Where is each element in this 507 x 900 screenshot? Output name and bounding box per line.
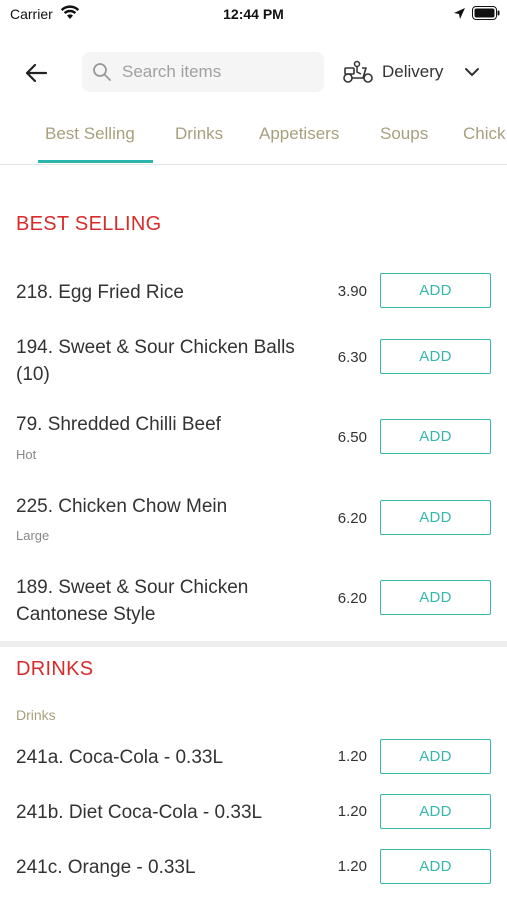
item-name: 194. Sweet & Sour Chicken Balls (10) bbox=[16, 337, 295, 385]
item-price: 1.20 bbox=[337, 858, 367, 875]
item-price: 6.20 bbox=[337, 590, 367, 607]
search-input[interactable] bbox=[122, 52, 317, 92]
location-arrow-icon bbox=[454, 8, 465, 19]
back-button[interactable] bbox=[20, 56, 54, 90]
add-button[interactable]: ADD bbox=[380, 580, 491, 615]
section-title-best-selling: BEST SELLING bbox=[16, 213, 162, 235]
add-button[interactable]: ADD bbox=[380, 739, 491, 774]
section-title-drinks: DRINKS bbox=[16, 658, 94, 680]
item-name: 241b. Diet Coca-Cola - 0.33L bbox=[16, 802, 263, 823]
category-tabs: Best Selling Drinks Appetisers Soups Chi… bbox=[0, 110, 507, 165]
item-price: 1.20 bbox=[337, 748, 367, 765]
status-bar: Carrier 12:44 PM bbox=[0, 0, 507, 30]
item-price: 6.20 bbox=[337, 510, 367, 527]
sub-category-label: Drinks bbox=[16, 707, 56, 723]
add-button[interactable]: ADD bbox=[380, 500, 491, 535]
tab-best-selling[interactable]: Best Selling bbox=[45, 124, 135, 144]
item-name: 225. Chicken Chow Mein bbox=[16, 496, 228, 517]
add-button[interactable]: ADD bbox=[380, 419, 491, 454]
item-name: 189. Sweet & Sour Chicken Cantonese Styl… bbox=[16, 577, 249, 625]
add-button[interactable]: ADD bbox=[380, 849, 491, 884]
item-price: 6.50 bbox=[337, 429, 367, 446]
add-button[interactable]: ADD bbox=[380, 794, 491, 829]
delivery-selector[interactable]: Delivery bbox=[340, 58, 490, 88]
item-name: 218. Egg Fried Rice bbox=[16, 282, 184, 303]
add-button[interactable]: ADD bbox=[380, 339, 491, 374]
tab-chicken[interactable]: Chick bbox=[463, 124, 506, 144]
tab-soups[interactable]: Soups bbox=[380, 124, 428, 144]
tab-drinks[interactable]: Drinks bbox=[175, 124, 223, 144]
active-tab-indicator bbox=[38, 160, 153, 163]
item-name: 79. Shredded Chilli Beef bbox=[16, 414, 221, 435]
item-price: 6.30 bbox=[337, 349, 367, 366]
scooter-icon bbox=[343, 60, 373, 83]
clock: 12:44 PM bbox=[223, 6, 284, 22]
item-price: 1.20 bbox=[337, 803, 367, 820]
delivery-label: Delivery bbox=[382, 62, 444, 81]
tab-appetisers[interactable]: Appetisers bbox=[259, 124, 339, 144]
search-box[interactable] bbox=[82, 52, 324, 92]
search-icon bbox=[93, 63, 111, 81]
section-divider bbox=[0, 641, 507, 647]
item-description: Hot bbox=[16, 447, 37, 462]
add-button[interactable]: ADD bbox=[380, 273, 491, 308]
item-name: 241c. Orange - 0.33L bbox=[16, 857, 196, 878]
item-price: 3.90 bbox=[337, 283, 367, 300]
chevron-down-icon bbox=[465, 68, 479, 76]
item-description: Large bbox=[16, 528, 50, 543]
item-name: 241a. Coca-Cola - 0.33L bbox=[16, 747, 224, 768]
battery-icon bbox=[472, 6, 500, 20]
back-arrow-icon bbox=[25, 63, 48, 83]
